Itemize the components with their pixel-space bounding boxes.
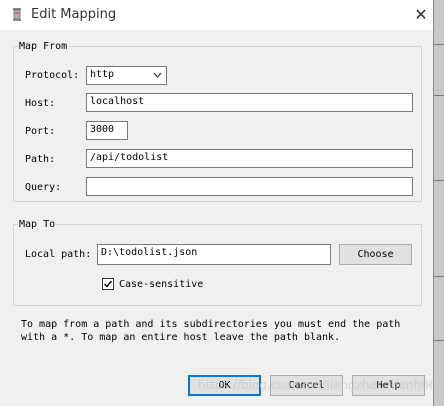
host-label: Host: bbox=[25, 98, 56, 109]
path-input[interactable]: /api/todolist bbox=[86, 149, 413, 168]
title-bar: Edit Mapping ✕ bbox=[0, 0, 433, 30]
window-title: Edit Mapping bbox=[31, 7, 117, 22]
chevron-down-icon bbox=[153, 72, 162, 78]
app-icon bbox=[13, 8, 21, 21]
help-button[interactable]: Help bbox=[352, 375, 425, 396]
protocol-label: Protocol: bbox=[25, 70, 80, 81]
host-input[interactable]: localhost bbox=[86, 93, 413, 112]
query-input[interactable] bbox=[86, 177, 413, 196]
checkmark-icon bbox=[104, 280, 113, 288]
background-window-strip bbox=[434, 0, 444, 406]
cancel-button[interactable]: Cancel bbox=[270, 375, 343, 396]
edit-mapping-dialog: Edit Mapping ✕ Map From Protocol: http H… bbox=[0, 0, 444, 406]
choose-button[interactable]: Choose bbox=[339, 244, 412, 265]
map-from-legend: Map From bbox=[19, 41, 68, 52]
query-label: Query: bbox=[25, 182, 62, 193]
map-to-legend: Map To bbox=[19, 219, 56, 230]
port-label: Port: bbox=[25, 126, 56, 137]
local-path-label: Local path: bbox=[25, 249, 92, 260]
port-input[interactable]: 3000 bbox=[86, 121, 128, 140]
local-path-input[interactable]: D:\todolist.json bbox=[97, 244, 331, 265]
close-icon[interactable]: ✕ bbox=[410, 5, 432, 25]
help-text: To map from a path and its subdirectorie… bbox=[21, 319, 401, 343]
protocol-value: http bbox=[90, 69, 115, 80]
ok-button[interactable]: OK bbox=[188, 375, 261, 396]
case-sensitive-checkbox[interactable] bbox=[102, 278, 114, 290]
protocol-select[interactable]: http bbox=[86, 66, 167, 85]
path-label: Path: bbox=[25, 154, 56, 165]
case-sensitive-label: Case-sensitive bbox=[119, 279, 204, 290]
